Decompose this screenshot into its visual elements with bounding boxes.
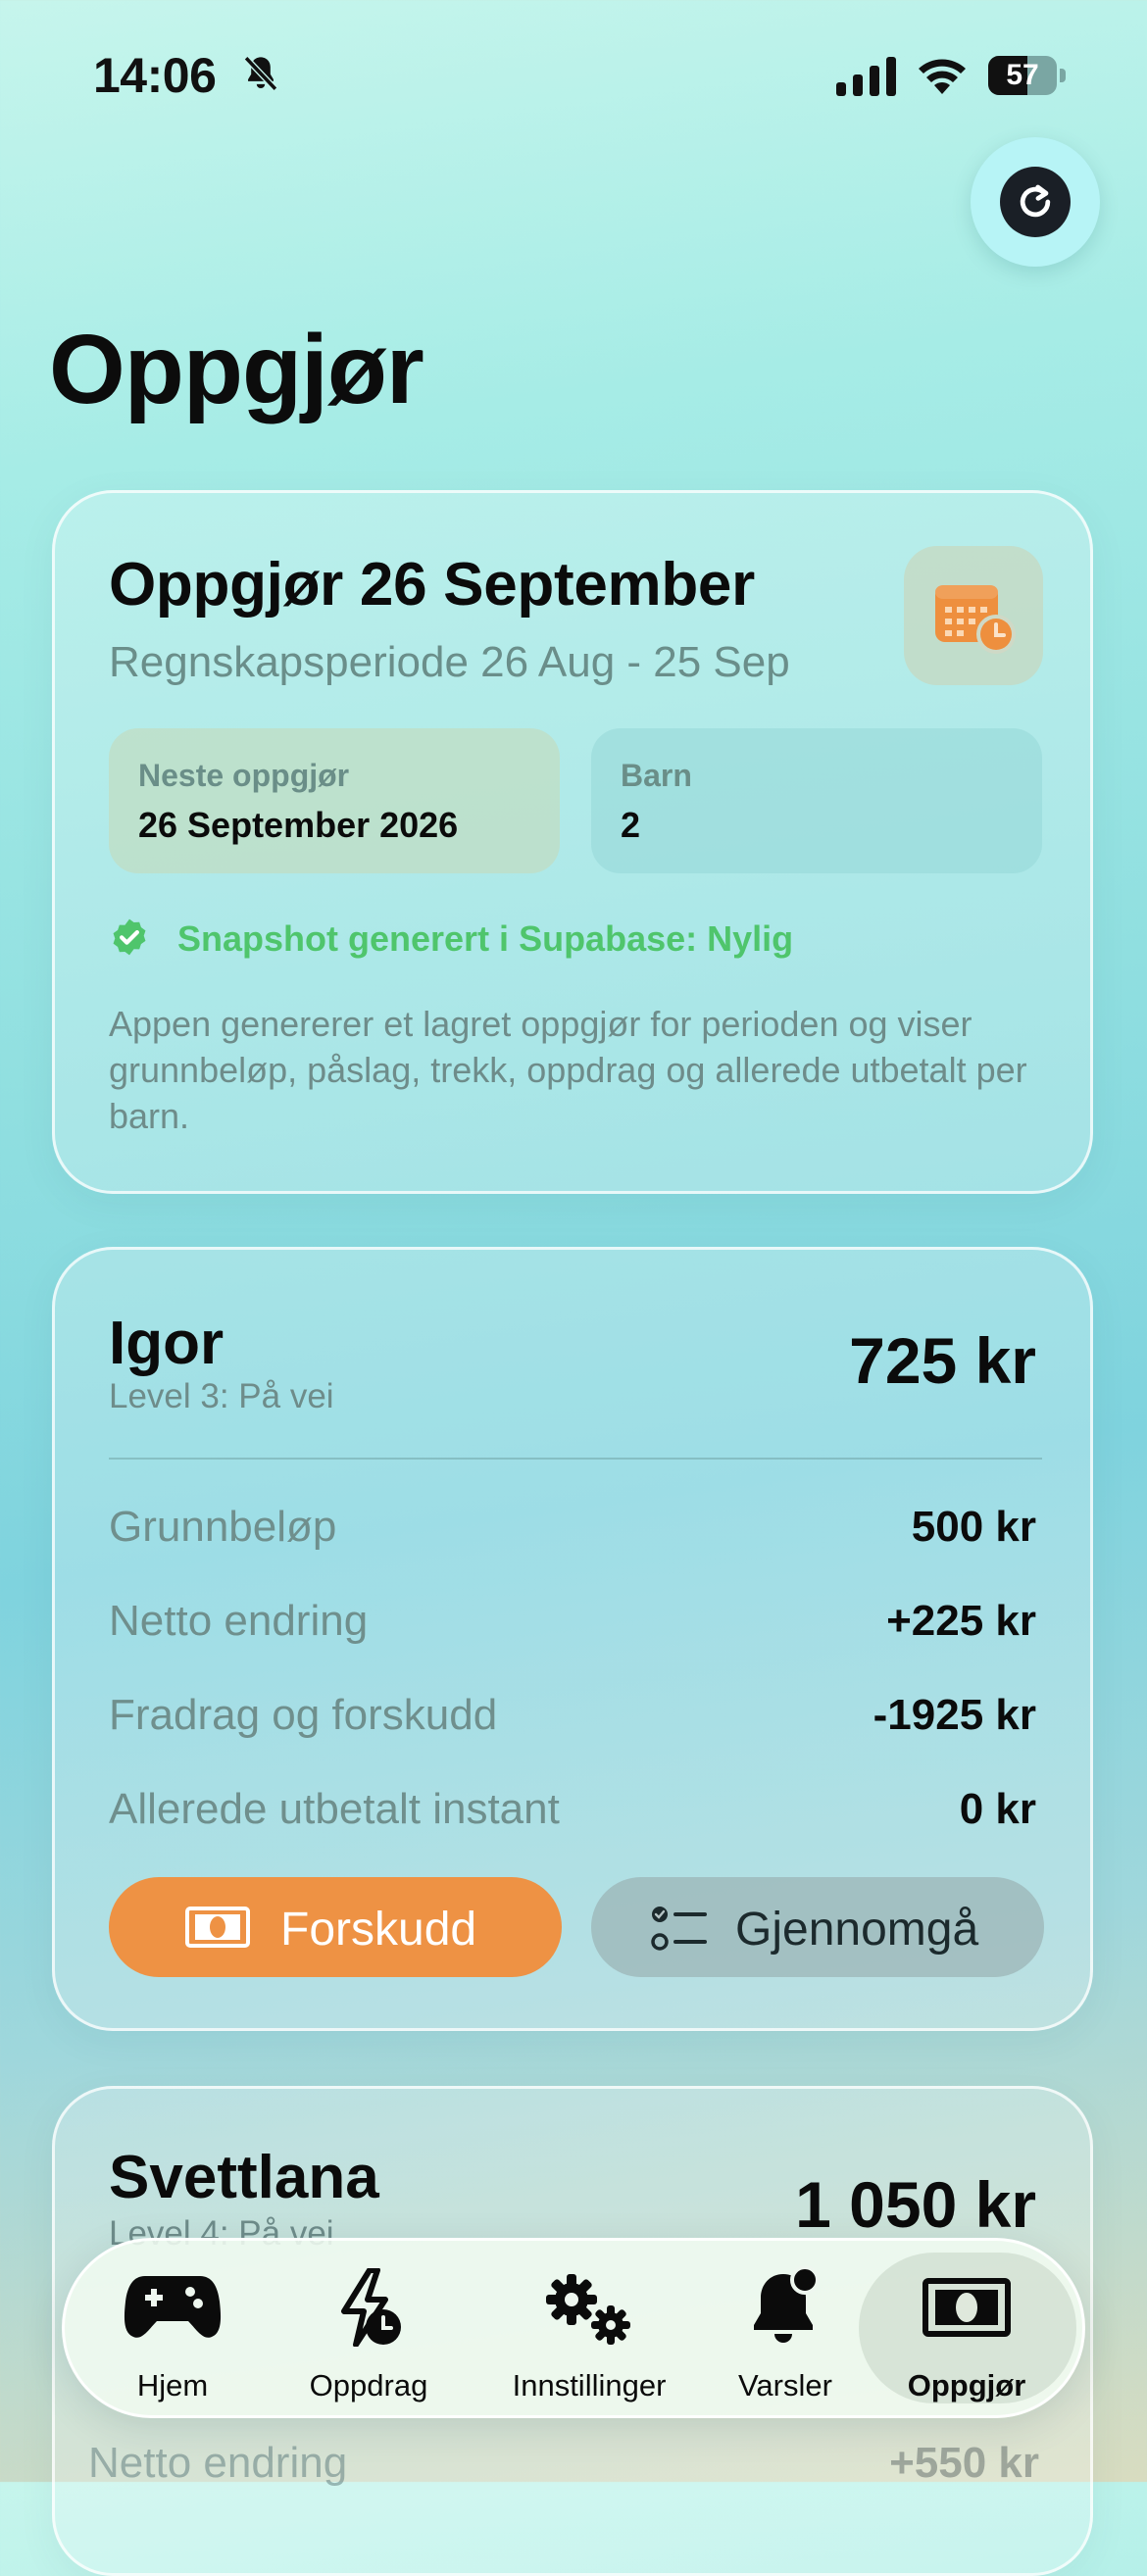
status-time: 14:06 <box>93 48 217 103</box>
refresh-icon <box>1020 184 1051 218</box>
tab-settings[interactable]: Innstillinger <box>476 2241 702 2415</box>
children-count-value: 2 <box>621 805 641 845</box>
row-label-deductions: Fradrag og forskudd <box>109 1691 498 1739</box>
verified-check-icon <box>113 918 146 956</box>
child-name: Svettlana <box>109 2144 379 2211</box>
next-settlement-label: Neste oppgjør <box>138 758 350 793</box>
page-title: Oppgjør <box>49 315 424 424</box>
divider <box>109 1458 1042 1460</box>
calendar-schedule-button[interactable] <box>904 546 1043 685</box>
tab-home-label: Hjem <box>136 2368 209 2403</box>
tab-notifications[interactable]: Varsler <box>712 2241 859 2415</box>
child-level: Level 3: På vei <box>109 1377 334 1415</box>
bell-badge-icon <box>754 2266 820 2343</box>
tab-notifications-label: Varsler <box>738 2368 832 2403</box>
tab-settlement[interactable]: Oppgjør <box>869 2241 1065 2415</box>
banknote-icon <box>185 1907 250 1948</box>
refresh-button[interactable] <box>971 137 1100 267</box>
cellular-signal-icon <box>836 57 896 96</box>
settlement-summary-card: Oppgjør 26 September Regnskapsperiode 26… <box>52 490 1093 1194</box>
calendar-clock-icon <box>935 585 1016 654</box>
battery-percent: 57 <box>1006 59 1039 91</box>
child-settlement-card: Igor Level 3: På vei 725 kr Grunnbeløp 5… <box>52 1247 1093 2031</box>
tab-bar: Hjem Oppdrag Innstillinger Varsler Oppgj… <box>62 2238 1085 2418</box>
tab-tasks[interactable]: Oppdrag <box>271 2241 467 2415</box>
row-value-net-change: +225 kr <box>886 1597 1036 1645</box>
row-value-deductions: -1925 kr <box>873 1691 1036 1739</box>
child-total: 725 kr <box>849 1324 1036 1397</box>
tab-home[interactable]: Hjem <box>84 2241 261 2415</box>
children-count-label: Barn <box>621 758 692 793</box>
row-label-net-change: Netto endring <box>109 1597 369 1645</box>
row-label-net-change: Netto endring <box>88 2439 348 2487</box>
bell-slash-icon <box>243 56 278 91</box>
wifi-icon <box>919 59 966 94</box>
row-label-already-paid: Allerede utbetalt instant <box>109 1785 560 1833</box>
row-value-net-change: +550 kr <box>889 2439 1039 2487</box>
settlement-title: Oppgjør 26 September <box>109 551 755 619</box>
child-name: Igor <box>109 1310 224 1377</box>
advance-button[interactable]: Forskudd <box>109 1877 562 1977</box>
advance-button-label: Forskudd <box>280 1904 477 1956</box>
row-value-base-amount: 500 kr <box>911 1503 1036 1551</box>
accounting-period: Regnskapsperiode 26 Aug - 25 Sep <box>109 638 790 686</box>
tab-tasks-label: Oppdrag <box>309 2368 428 2403</box>
children-count-box: Barn 2 <box>591 728 1042 873</box>
checklist-icon <box>651 1907 707 1951</box>
child-total: 1 050 kr <box>795 2168 1036 2241</box>
snapshot-status: Snapshot generert i Supabase: Nylig <box>177 918 794 959</box>
review-button[interactable]: Gjennomgå <box>591 1877 1044 1977</box>
tab-settings-label: Innstillinger <box>512 2368 667 2403</box>
next-settlement-value: 26 September 2026 <box>138 805 459 845</box>
gears-icon <box>546 2274 630 2345</box>
banknote-icon <box>923 2278 1011 2337</box>
row-value-already-paid: 0 kr <box>959 1785 1036 1833</box>
battery-indicator: 57 <box>988 56 1067 95</box>
row-label-base-amount: Grunnbeløp <box>109 1503 337 1551</box>
review-button-label: Gjennomgå <box>735 1904 979 1956</box>
next-settlement-box: Neste oppgjør 26 September 2026 <box>109 728 560 873</box>
tab-settlement-label: Oppgjør <box>907 2368 1026 2403</box>
bolt-clock-icon <box>341 2268 401 2347</box>
gamepad-icon <box>124 2276 222 2338</box>
settlement-description: Appen genererer et lagret oppgjør for pe… <box>109 1004 1027 1136</box>
